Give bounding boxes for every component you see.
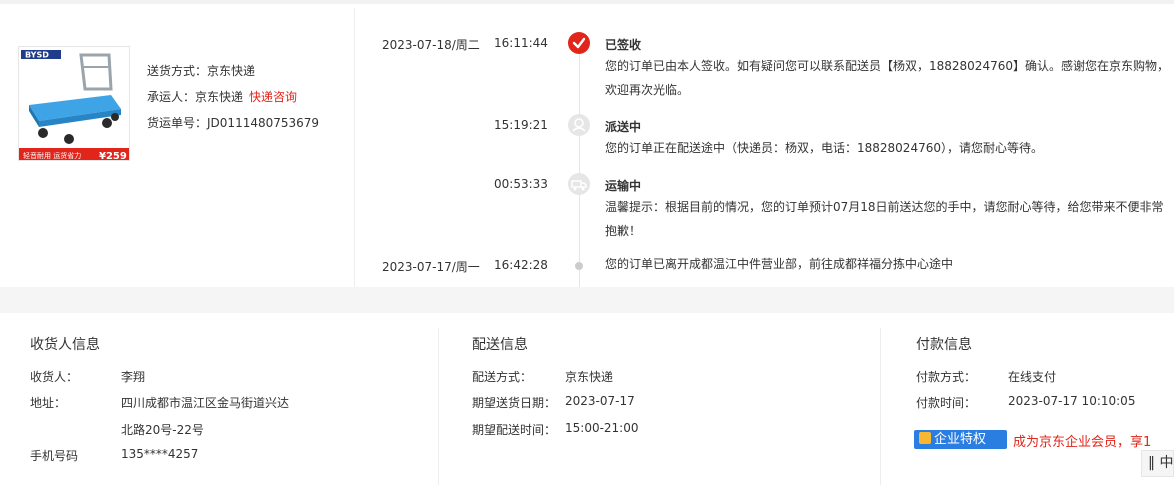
timeline-date: 2023-07-17/周一 (382, 260, 480, 274)
payment-info-panel: 付款信息 付款方式： 在线支付 付款时间： 2023-07-17 10:10:0… (881, 328, 1174, 485)
receiver-address-line1: 四川成都市温江区金马街道兴达 (121, 396, 290, 410)
receiver-info-panel: 收货人信息 收货人： 李翔 地址： 四川成都市温江区金马街道兴达 北路20号-2… (0, 328, 439, 485)
tracking-number-label: 货运单号： (147, 116, 208, 130)
hand-truck-image: BYSD 轻音耐用 运货省力 ¥259 (19, 47, 129, 161)
timeline-time: 15:19:21 (494, 118, 548, 132)
payment-time-value: 2023-07-17 10:10:05 (1008, 394, 1136, 408)
timeline-line (579, 32, 580, 291)
delivery-info-panel: 配送信息 配送方式： 京东快递 期望送货日期： 2023-07-17 期望配送时… (439, 328, 881, 485)
carrier-value: 京东快递 (195, 90, 244, 104)
receiver-phone-label: 手机号码 (30, 449, 79, 463)
shipping-method-label: 送货方式： (147, 64, 208, 78)
delivery-method-value: 京东快递 (565, 370, 614, 384)
expected-date-label: 期望送货日期： (472, 396, 557, 410)
timeline-desc: 您的订单已离开成都温江中件营业部，前往成都祥福分拣中心途中 (605, 257, 954, 271)
timeline-status: 派送中 (605, 120, 642, 134)
carrier-row: 承运人：京东快递 快递咨询 (147, 84, 319, 110)
product-thumbnail[interactable]: BYSD 轻音耐用 运货省力 ¥259 (18, 46, 130, 161)
delivery-method-label: 配送方式： (472, 370, 533, 384)
carrier-label: 承运人： (147, 90, 196, 104)
side-floating-tab[interactable]: ‖ 中 (1141, 450, 1174, 477)
courier-inquiry-link[interactable]: 快递咨询 (249, 90, 297, 104)
receiver-phone-value: 135****4257 (121, 447, 199, 461)
product-price: ¥259 (99, 151, 127, 161)
expected-time-value: 15:00-21:00 (565, 421, 639, 435)
payment-info-title: 付款信息 (916, 337, 972, 353)
shipping-method-row: 送货方式：京东快递 (147, 58, 319, 84)
timeline-time: 16:42:28 (494, 258, 548, 272)
truck-icon (568, 173, 590, 195)
timeline-desc: 温馨提示：根据目前的情况，您的订单预计07月18日前送达您的手中，请您耐心等待，… (605, 200, 1164, 238)
brand-logo-text: BYSD (25, 51, 49, 60)
section-divider (0, 287, 1174, 313)
enterprise-badge-label: 企业特权 (934, 432, 987, 447)
enterprise-promo-link[interactable]: 成为京东企业会员，享1 (1013, 431, 1151, 450)
enterprise-privilege-badge[interactable]: 企业特权 (914, 430, 1007, 449)
receiver-address-line2: 北路20号-22号 (121, 423, 204, 437)
courier-icon (568, 114, 590, 136)
product-shipping-section: BYSD 轻音耐用 运货省力 ¥259 送货方式：京东快递 承运人：京东快递 快递 (0, 8, 355, 291)
tracking-number-row: 货运单号：JD0111480753679 (147, 110, 319, 136)
receiver-name-label: 收货人： (30, 370, 79, 384)
crown-icon (919, 432, 931, 444)
expected-date-value: 2023-07-17 (565, 394, 635, 408)
dot-icon (575, 262, 583, 270)
payment-time-label: 付款时间： (916, 396, 977, 410)
tracking-number-value: JD0111480753679 (207, 116, 320, 130)
receiver-info-title: 收货人信息 (30, 337, 100, 353)
timeline-time: 00:53:33 (494, 177, 548, 191)
receiver-address-label: 地址： (30, 396, 67, 410)
timeline-desc: 您的订单正在配送途中（快递员：杨双，电话：18828024760），请您耐心等待… (605, 141, 1043, 155)
product-promo-text: 轻音耐用 运货省力 (23, 151, 81, 160)
tracking-timeline[interactable]: 2023-07-18/周二 16:11:44 已签收 您的订单已由本人签收。如有… (355, 8, 1174, 291)
timeline-date: 2023-07-18/周二 (382, 38, 480, 52)
timeline-desc: 您的订单已由本人签收。如有疑问您可以联系配送员【杨双，18828024760】确… (605, 59, 1169, 97)
check-icon (568, 32, 590, 54)
expected-time-label: 期望配送时间： (472, 423, 557, 437)
timeline-status: 已签收 (605, 38, 642, 52)
order-tracking-panel: BYSD 轻音耐用 运货省力 ¥259 送货方式：京东快递 承运人：京东快递 快递 (0, 0, 1174, 291)
delivery-info-title: 配送信息 (472, 337, 528, 353)
receiver-name-value: 李翔 (121, 370, 146, 384)
order-info-section: 收货人信息 收货人： 李翔 地址： 四川成都市温江区金马街道兴达 北路20号-2… (0, 313, 1174, 485)
payment-method-value: 在线支付 (1008, 370, 1057, 384)
shipping-method-value: 京东快递 (207, 64, 256, 78)
timeline-time: 16:11:44 (494, 36, 548, 50)
timeline-status: 运输中 (605, 179, 642, 193)
payment-method-label: 付款方式： (916, 370, 977, 384)
shipping-summary: 送货方式：京东快递 承运人：京东快递 快递咨询 货运单号：JD0111480753… (147, 58, 319, 136)
